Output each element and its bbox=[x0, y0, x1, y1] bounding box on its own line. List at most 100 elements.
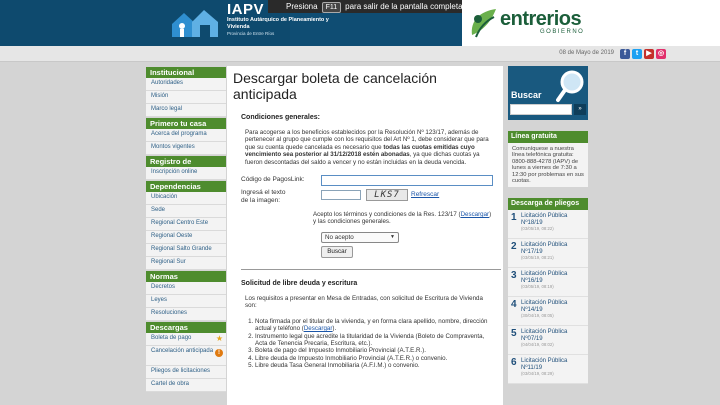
nav-item-regional-oeste[interactable]: Regional Oeste bbox=[146, 231, 226, 244]
conditions-text: Para acogerse a los beneficios estableci… bbox=[245, 129, 489, 166]
search-widget: Buscar » bbox=[508, 66, 588, 120]
instagram-icon[interactable]: ◎ bbox=[656, 49, 666, 59]
pliego-date: (03/05/19, 08:21) bbox=[521, 255, 554, 261]
captcha-label-2: de la imagen: bbox=[241, 196, 281, 204]
terms-download-link[interactable]: Descargar bbox=[461, 211, 490, 218]
nav-item-resoluciones[interactable]: Resoluciones bbox=[146, 308, 226, 321]
pliego-item[interactable]: 5 Licitación Pública Nº07/19 (04/04/19, … bbox=[508, 326, 588, 356]
pliego-title[interactable]: Licitación Pública Nº17/19 bbox=[521, 242, 588, 255]
accept-select-value: No acepto bbox=[325, 234, 354, 242]
nav-item-regional-salto-grande[interactable]: Regional Salto Grande bbox=[146, 244, 226, 257]
page-title: Descargar boleta de cancelación anticipa… bbox=[233, 70, 437, 102]
brand-title[interactable]: IAPV bbox=[227, 1, 264, 18]
fullscreen-post: para salir de la pantalla completa bbox=[345, 2, 463, 11]
pliego-item[interactable]: 6 Licitación Pública Nº11/19 (03/04/19, … bbox=[508, 355, 588, 385]
requirement-item: Nota firmada por el titular de la vivien… bbox=[255, 318, 489, 333]
section-divider bbox=[241, 269, 501, 271]
requirement-item: Boleta de pago del Impuesto Inmobiliario… bbox=[255, 347, 489, 354]
nav-section-institucional[interactable]: Institucional bbox=[146, 67, 226, 78]
hotline-heading: Línea gratuita bbox=[508, 131, 588, 143]
pagoslink-code-input[interactable] bbox=[321, 175, 493, 187]
nav-label-cancelacion: Cancelación anticipada bbox=[151, 348, 214, 354]
facebook-icon[interactable]: f bbox=[620, 49, 630, 59]
brand-subtitle: Instituto Autárquico de Planeamiento y V… bbox=[227, 17, 329, 30]
nav-item-montos-vigentes[interactable]: Montos vigentes bbox=[146, 142, 226, 155]
pliego-date: (03/05/19, 08:19) bbox=[521, 284, 554, 290]
nav-item-sede[interactable]: Sede bbox=[146, 205, 226, 218]
brand-province: Provincia de Entre Ríos bbox=[227, 31, 275, 36]
captcha-input[interactable] bbox=[321, 190, 361, 201]
search-submit-button[interactable]: Buscar bbox=[321, 246, 353, 259]
captcha-label-1: Ingresá el texto bbox=[241, 189, 286, 197]
nav-section-descargas[interactable]: Descargas bbox=[146, 322, 226, 333]
nav-item-ubicacion[interactable]: Ubicación bbox=[146, 192, 226, 205]
left-sidebar: Institucional Autoridades Misión Marco l… bbox=[146, 66, 226, 392]
nav-item-boleta-pago[interactable]: Boleta de pago ★ bbox=[146, 333, 226, 346]
captcha-image: LKS7 bbox=[366, 189, 408, 202]
nav-section-dependencias[interactable]: Dependencias bbox=[146, 181, 226, 192]
entrerios-leaf-icon[interactable] bbox=[466, 5, 502, 41]
nav-label-boleta-pago: Boleta de pago bbox=[151, 335, 192, 341]
search-input[interactable] bbox=[510, 104, 572, 115]
nav-item-regional-centro-este[interactable]: Regional Centro Este bbox=[146, 218, 226, 231]
captcha-row: Ingresá el texto de la imagen: LKS7 Refre… bbox=[241, 189, 497, 211]
nav-item-regional-sur[interactable]: Regional Sur bbox=[146, 257, 226, 270]
requirement-item: Libre deuda Tasa General Inmobiliaria (A… bbox=[255, 362, 489, 369]
nav-item-marco-legal[interactable]: Marco legal bbox=[146, 104, 226, 117]
requirement-1-text: Nota firmada por el titular de la vivien… bbox=[255, 317, 488, 333]
accept-select-row: No acepto ▼ bbox=[241, 231, 497, 245]
info-icon: ! bbox=[215, 349, 223, 357]
pliego-title[interactable]: Licitación Pública Nº07/19 bbox=[521, 329, 588, 342]
twitter-icon[interactable]: t bbox=[632, 49, 642, 59]
pliego-item[interactable]: 1 Licitación Pública Nº18/19 (03/05/19, … bbox=[508, 210, 588, 240]
code-row: Código de PagosLink: bbox=[241, 174, 497, 189]
accept-text: Acepto los términos y condiciones de la … bbox=[313, 211, 492, 226]
free-debt-heading: Solicitud de libre deuda y escritura bbox=[241, 280, 358, 288]
page: IAPV Instituto Autárquico de Planeamient… bbox=[0, 0, 720, 405]
accept-select[interactable]: No acepto ▼ bbox=[321, 232, 399, 244]
refresh-captcha-link[interactable]: Refrescar bbox=[411, 191, 439, 198]
nav-item-leyes[interactable]: Leyes bbox=[146, 295, 226, 308]
nav-item-inscripcion-online[interactable]: Inscripción online bbox=[146, 167, 226, 180]
nav-item-pliegos-licitaciones[interactable]: Pliegos de licitaciones bbox=[146, 366, 226, 379]
nav-item-mision[interactable]: Misión bbox=[146, 91, 226, 104]
chevron-down-icon: ▼ bbox=[390, 234, 395, 241]
pliego-item[interactable]: 4 Licitación Pública Nº14/19 (30/04/19, … bbox=[508, 297, 588, 327]
hotline-text: Comuníquese a nuestra línea telefónica g… bbox=[508, 143, 588, 188]
houses-logo-icon[interactable] bbox=[170, 6, 222, 38]
nav-section-primero-tu-casa[interactable]: Primero tu casa bbox=[146, 118, 226, 129]
captcha-label: Ingresá el texto de la imagen: bbox=[241, 189, 285, 204]
youtube-icon[interactable]: ▶ bbox=[644, 49, 654, 59]
pliego-item[interactable]: 3 Licitación Pública Nº16/19 (03/05/19, … bbox=[508, 268, 588, 298]
requirement-item: Instrumento legal que acredite la titula… bbox=[255, 333, 489, 348]
accept-post: y las condiciones generales. bbox=[313, 218, 391, 226]
main-content: Descargar boleta de cancelación anticipa… bbox=[227, 66, 503, 405]
right-sidebar: Buscar » Línea gratuita Comuníquese a nu… bbox=[508, 66, 588, 385]
nav-item-autoridades[interactable]: Autoridades bbox=[146, 78, 226, 91]
pliego-date: (03/05/19, 08:22) bbox=[521, 226, 554, 232]
nav-item-cancelacion-anticipada[interactable]: Cancelación anticipada! bbox=[146, 346, 226, 366]
pliego-date: (04/04/19, 08:02) bbox=[521, 342, 554, 348]
conditions-heading: Condiciones generales: bbox=[241, 114, 320, 121]
pliego-title[interactable]: Licitación Pública Nº18/19 bbox=[521, 213, 588, 226]
requirement-download-link[interactable]: Descargar bbox=[304, 325, 333, 332]
government-title[interactable]: entrerios bbox=[500, 8, 582, 31]
date-bar: 08 de Mayo de 2019 f t ▶ ◎ bbox=[0, 46, 720, 62]
nav-item-cartel-obra[interactable]: Cartel de obra bbox=[146, 379, 226, 392]
fullscreen-notice: Presiona F11 para salir de la pantalla com… bbox=[268, 0, 480, 13]
nav-section-normas[interactable]: Normas bbox=[146, 271, 226, 282]
pliego-number: 2 bbox=[511, 241, 517, 253]
current-date: 08 de Mayo de 2019 bbox=[559, 50, 614, 56]
pliego-item[interactable]: 2 Licitación Pública Nº17/19 (03/05/19, … bbox=[508, 239, 588, 269]
pliego-title[interactable]: Licitación Pública Nº16/19 bbox=[521, 271, 588, 284]
nav-item-acerca-programa[interactable]: Acerca del programa bbox=[146, 129, 226, 142]
search-go-button[interactable]: » bbox=[574, 104, 586, 115]
pliego-title[interactable]: Licitación Pública Nº14/19 bbox=[521, 300, 588, 313]
fullscreen-pre: Presiona bbox=[286, 2, 318, 11]
nav-item-decretos[interactable]: Decretos bbox=[146, 282, 226, 295]
requirements-list: Nota firmada por el titular de la vivien… bbox=[255, 318, 489, 370]
nav-section-registro-demanda[interactable]: Registro de Demanda bbox=[146, 156, 226, 177]
pliego-title[interactable]: Licitación Pública Nº11/19 bbox=[521, 358, 588, 371]
accept-pre: Acepto los términos y condiciones de la … bbox=[313, 211, 457, 219]
code-label: Código de PagosLink: bbox=[241, 176, 305, 184]
